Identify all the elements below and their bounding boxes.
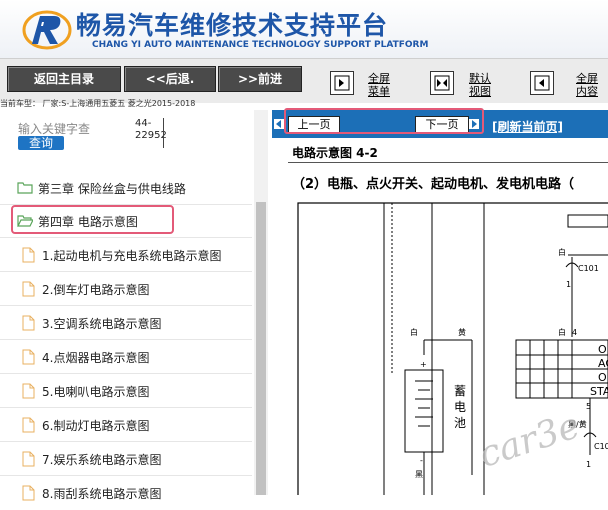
- folder-icon: [17, 182, 33, 194]
- document-icon: [22, 451, 35, 467]
- refresh-page-link[interactable]: [刷新当前页]: [492, 118, 563, 135]
- tree-item[interactable]: 8.雨刮系统电路示意图: [0, 477, 252, 510]
- fullscreen-content-link[interactable]: 全屏 内容: [576, 72, 598, 98]
- tree-item-label: 3.空调系统电路示意图: [42, 317, 162, 331]
- tree-item[interactable]: 4.点烟器电路示意图: [0, 341, 252, 374]
- toolbar: 返回主目录 <<后退. >>前进 全屏 菜单 默认 视图 全屏 内容: [0, 58, 608, 103]
- fullscreen-menu-link[interactable]: 全屏 菜单: [368, 72, 390, 98]
- battery-label: 蓄: [454, 384, 466, 398]
- diagram-title: 电路示意图 4-2: [292, 146, 378, 160]
- wire-label: 白: [558, 247, 566, 257]
- tree-item[interactable]: 7.娱乐系统电路示意图: [0, 443, 252, 476]
- highlight-box: [284, 108, 484, 134]
- pin-label: 4: [572, 328, 577, 337]
- tree-item-label: 8.雨刮系统电路示意图: [42, 487, 162, 501]
- app-subtitle: CHANG YI AUTO MAINTENANCE TECHNOLOGY SUP…: [92, 40, 429, 50]
- tree-item-label: 4.点烟器电路示意图: [42, 351, 150, 365]
- fullscreen-content-icon[interactable]: [530, 71, 554, 95]
- tree-item[interactable]: 6.制动灯电路示意图: [0, 409, 252, 442]
- tree-item-label: 2.倒车灯电路示意图: [42, 283, 150, 297]
- highlight-box: [11, 205, 174, 234]
- switch-position: O: [598, 343, 607, 356]
- tree-item-label: 1.起动电机与充电系统电路示意图: [42, 249, 222, 263]
- battery-label: 电: [454, 400, 466, 414]
- home-button[interactable]: 返回主目录: [7, 66, 121, 92]
- app-header: 畅易汽车维修技术支持平台 CHANG YI AUTO MAINTENANCE T…: [0, 0, 608, 58]
- document-icon: [22, 315, 35, 331]
- wire-label: 黑: [415, 470, 423, 479]
- logo-icon: [22, 8, 72, 52]
- sidebar-scrollbar[interactable]: [254, 110, 268, 495]
- default-view-icon[interactable]: [430, 71, 454, 95]
- forward-button[interactable]: >>前进: [218, 66, 302, 92]
- pin-label: 1: [566, 280, 571, 289]
- search-button[interactable]: 查询: [18, 136, 64, 150]
- tree-item[interactable]: 5.电喇叭电路示意图: [0, 375, 252, 408]
- divider: [163, 118, 164, 148]
- back-button[interactable]: <<后退.: [124, 66, 216, 92]
- tree-item[interactable]: 2.倒车灯电路示意图: [0, 273, 252, 306]
- wire-label: 黄: [458, 327, 466, 337]
- tree-chapter-label: 第三章 保险丝盒与供电线路: [38, 182, 186, 196]
- connector-label: C10: [594, 442, 608, 451]
- battery-plus: +: [420, 360, 427, 369]
- collapse-left-icon[interactable]: [274, 119, 284, 129]
- tree-item-label: 7.娱乐系统电路示意图: [42, 453, 162, 467]
- document-icon: [22, 349, 35, 365]
- diagram-subtitle: （2）电瓶、点火开关、起动电机、发电机电路（: [292, 177, 575, 192]
- switch-position: AC: [598, 357, 608, 370]
- document-icon: [22, 485, 35, 501]
- divider: [288, 162, 608, 163]
- document-icon: [22, 247, 35, 263]
- vehicle-info: 当前车型： 厂家:S-上海通用五菱五 菱之光2015-2018: [0, 99, 196, 108]
- battery-minus: -: [420, 456, 423, 465]
- connector-label: C101: [578, 264, 599, 273]
- default-view-link[interactable]: 默认 视图: [469, 72, 491, 98]
- tree-item[interactable]: 3.空调系统电路示意图: [0, 307, 252, 340]
- switch-position: STA: [590, 385, 608, 398]
- wire-label: 白: [410, 327, 418, 337]
- battery-label: 池: [454, 416, 466, 430]
- search-input[interactable]: 输入关键字查: [18, 120, 90, 137]
- tree-chapter-3[interactable]: 第三章 保险丝盒与供电线路: [0, 172, 252, 205]
- document-icon: [22, 417, 35, 433]
- switch-position: O: [598, 371, 607, 384]
- tree-item[interactable]: 1.起动电机与充电系统电路示意图: [0, 239, 252, 272]
- scroll-thumb[interactable]: [256, 202, 266, 495]
- fullscreen-menu-icon[interactable]: [330, 71, 354, 95]
- pin-label: 1: [586, 460, 591, 469]
- wire-label: 白: [558, 327, 566, 337]
- document-icon: [22, 383, 35, 399]
- tree-item-label: 6.制动灯电路示意图: [42, 419, 150, 433]
- tree-item-label: 5.电喇叭电路示意图: [42, 385, 150, 399]
- app-title: 畅易汽车维修技术支持平台: [76, 11, 389, 40]
- document-icon: [22, 281, 35, 297]
